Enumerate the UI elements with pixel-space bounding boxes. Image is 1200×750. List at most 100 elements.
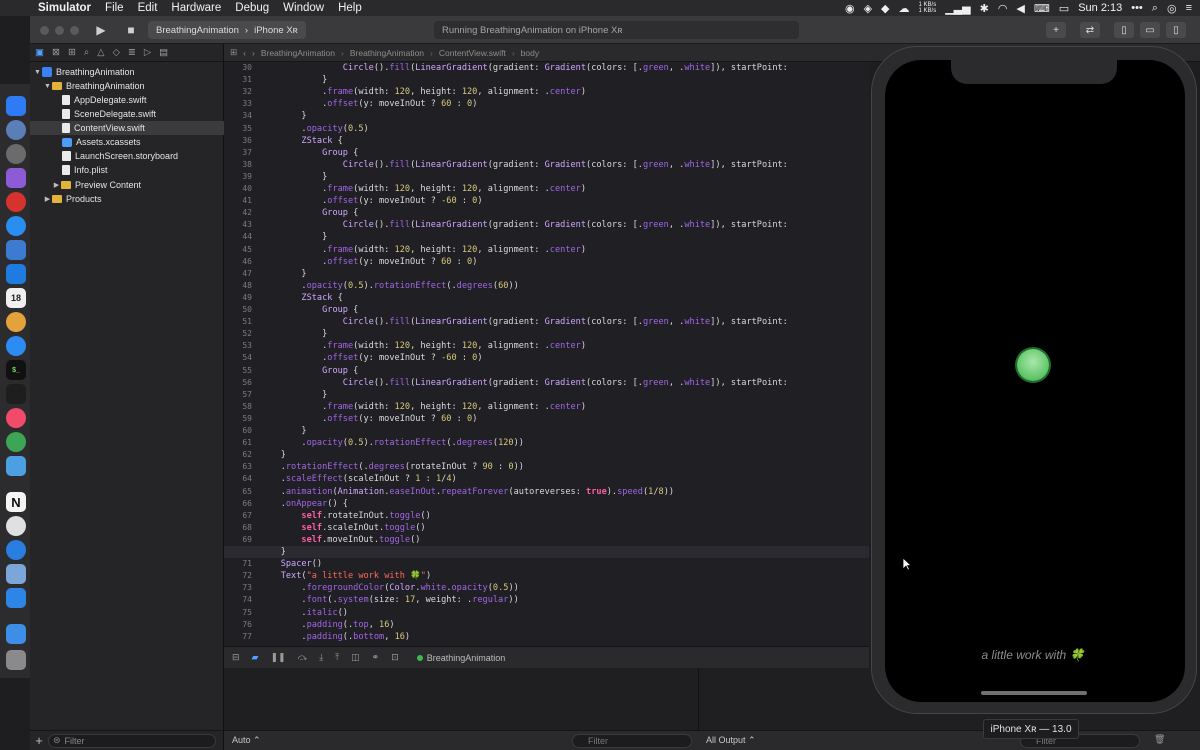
line-number[interactable]: 66 bbox=[224, 498, 254, 510]
tree-item-infoplist[interactable]: Info.plist bbox=[30, 163, 224, 177]
line-number[interactable]: 46 bbox=[224, 256, 254, 268]
code-line[interactable]: } bbox=[260, 546, 286, 558]
toggle-debug-area-button[interactable]: ▭ bbox=[1140, 22, 1160, 38]
add-file-button[interactable]: + bbox=[30, 733, 48, 748]
code-line[interactable]: ZStack { bbox=[260, 135, 342, 147]
tasks-app-icon[interactable] bbox=[6, 168, 26, 188]
home-indicator[interactable] bbox=[981, 691, 1087, 695]
menu-hardware[interactable]: Hardware bbox=[164, 2, 228, 14]
line-number[interactable]: 54 bbox=[224, 352, 254, 364]
code-line[interactable]: Circle().fill(LinearGradient(gradient: G… bbox=[260, 159, 788, 171]
code-line[interactable]: .animation(Animation.easeInOut.repeatFor… bbox=[260, 486, 674, 498]
more-icon[interactable]: ••• bbox=[1131, 2, 1143, 14]
trash-icon[interactable] bbox=[6, 650, 26, 670]
finder-icon[interactable] bbox=[6, 96, 26, 116]
find-tab-icon[interactable]: ⌕ bbox=[84, 47, 89, 58]
line-number[interactable]: 61 bbox=[224, 437, 254, 449]
menu-edit[interactable]: Edit bbox=[131, 2, 165, 14]
code-line[interactable]: .padding(.top, 16) bbox=[260, 619, 394, 631]
line-number[interactable]: 53 bbox=[224, 340, 254, 352]
line-number[interactable]: 32 bbox=[224, 86, 254, 98]
zoom-window-button[interactable] bbox=[70, 26, 79, 35]
terminal-icon[interactable]: $_ bbox=[6, 360, 26, 380]
line-number[interactable]: 37 bbox=[224, 147, 254, 159]
code-line[interactable]: } bbox=[260, 328, 327, 340]
dropbox-icon[interactable]: ◈ bbox=[864, 2, 872, 15]
tree-item-contentview[interactable]: ContentView.swift bbox=[30, 121, 224, 135]
line-number[interactable]: 64 bbox=[224, 473, 254, 485]
variables-filter-input[interactable]: Filter bbox=[572, 734, 692, 748]
forward-button[interactable]: › bbox=[252, 48, 255, 58]
menu-app-name[interactable]: Simulator bbox=[30, 2, 98, 14]
calendar-icon[interactable]: 18 bbox=[6, 288, 26, 308]
code-line[interactable]: } bbox=[260, 425, 306, 437]
output-select[interactable]: All Output ⌃ bbox=[706, 735, 756, 746]
source-editor[interactable]: 30 31 32 33 34 35 36 37 38 39 40 41 42 43 44 45 46 47 48 49… bbox=[224, 62, 869, 646]
source-control-tab-icon[interactable]: ⊠ bbox=[52, 47, 60, 58]
disclosure-closed-icon[interactable]: ▶ bbox=[43, 195, 52, 203]
menu-clock[interactable]: Sun 2:13 bbox=[1078, 2, 1122, 14]
code-line[interactable]: Group { bbox=[260, 207, 358, 219]
safari-icon[interactable] bbox=[6, 216, 26, 236]
line-number[interactable]: 51 bbox=[224, 316, 254, 328]
preview-icon[interactable] bbox=[6, 240, 26, 260]
location-app-icon[interactable] bbox=[6, 540, 26, 560]
code-line[interactable]: .frame(width: 120, height: 120, alignmen… bbox=[260, 401, 586, 413]
minimize-window-button[interactable] bbox=[55, 26, 64, 35]
code-line[interactable]: } bbox=[260, 389, 327, 401]
code-line[interactable]: self.moveInOut.toggle() bbox=[260, 534, 420, 546]
record-icon[interactable]: ◉ bbox=[845, 2, 855, 15]
library-plus-button[interactable]: + bbox=[1046, 22, 1066, 38]
line-number[interactable]: 30 bbox=[224, 62, 254, 74]
line-number[interactable]: 31 bbox=[224, 74, 254, 86]
tree-item-products[interactable]: ▶ Products bbox=[30, 192, 224, 206]
code-line[interactable]: .frame(width: 120, height: 120, alignmen… bbox=[260, 183, 586, 195]
line-number[interactable]: 57 bbox=[224, 389, 254, 401]
debug-tab-icon[interactable]: ≣ bbox=[128, 47, 136, 58]
clear-console-icon[interactable]: 🗑 bbox=[1154, 734, 1165, 745]
run-button[interactable]: ▶ bbox=[90, 21, 112, 39]
line-number[interactable]: 36 bbox=[224, 135, 254, 147]
tests-tab-icon[interactable]: ◇ bbox=[113, 47, 120, 58]
line-number[interactable]: 63 bbox=[224, 461, 254, 473]
tree-item-app-folder[interactable]: ▼ BreathingAnimation bbox=[30, 79, 224, 93]
code-line[interactable]: .frame(width: 120, height: 120, alignmen… bbox=[260, 340, 586, 352]
code-line[interactable]: .offset(y: moveInOut ? 60 : 0) bbox=[260, 256, 477, 268]
pause-icon[interactable]: ❚❚ bbox=[270, 652, 285, 663]
downloads-folder-icon[interactable] bbox=[6, 624, 26, 644]
debug-area-divider[interactable] bbox=[698, 668, 699, 730]
line-number[interactable]: 50 bbox=[224, 304, 254, 316]
line-number[interactable]: 62 bbox=[224, 449, 254, 461]
close-window-button[interactable] bbox=[40, 26, 49, 35]
code-line[interactable]: } bbox=[260, 74, 327, 86]
symbol-tab-icon[interactable]: ⊞ bbox=[68, 47, 76, 58]
cloud-icon[interactable]: ☁ bbox=[899, 2, 910, 15]
code-line[interactable]: .opacity(0.5).rotationEffect(.degrees(60… bbox=[260, 280, 518, 292]
code-line[interactable]: .offset(y: moveInOut ? -60 : 0) bbox=[260, 195, 482, 207]
folder-tab-icon[interactable]: ▣ bbox=[35, 47, 44, 58]
line-number[interactable]: 71 bbox=[224, 558, 254, 570]
line-number[interactable]: 33 bbox=[224, 98, 254, 110]
code-line[interactable]: .italic() bbox=[260, 607, 348, 619]
menu-file[interactable]: File bbox=[98, 2, 131, 14]
line-number[interactable]: 76 bbox=[224, 619, 254, 631]
figma-icon[interactable] bbox=[6, 384, 26, 404]
network-monitor[interactable]: 1 KB/s 1 KB/s bbox=[919, 2, 937, 14]
line-number[interactable]: 39 bbox=[224, 171, 254, 183]
code-line[interactable]: Circle().fill(LinearGradient(gradient: G… bbox=[260, 62, 788, 74]
line-number[interactable]: 67 bbox=[224, 510, 254, 522]
menu-window[interactable]: Window bbox=[276, 2, 331, 14]
line-number[interactable]: 43 bbox=[224, 219, 254, 231]
tree-item-project[interactable]: ▼ BreathingAnimation bbox=[30, 65, 224, 79]
music-icon[interactable] bbox=[6, 408, 26, 428]
siri-icon[interactable]: ◎ bbox=[1167, 2, 1177, 15]
code-line[interactable]: self.scaleInOut.toggle() bbox=[260, 522, 425, 534]
code-line[interactable]: .padding(.bottom, 16) bbox=[260, 631, 410, 643]
menu-help[interactable]: Help bbox=[331, 2, 369, 14]
code-line[interactable]: } bbox=[260, 231, 327, 243]
code-line[interactable]: self.rotateInOut.toggle() bbox=[260, 510, 430, 522]
step-into-icon[interactable]: ⤓ bbox=[319, 652, 323, 663]
line-number[interactable]: 40 bbox=[224, 183, 254, 195]
image-capture-icon[interactable] bbox=[6, 564, 26, 584]
line-number[interactable]: 42 bbox=[224, 207, 254, 219]
